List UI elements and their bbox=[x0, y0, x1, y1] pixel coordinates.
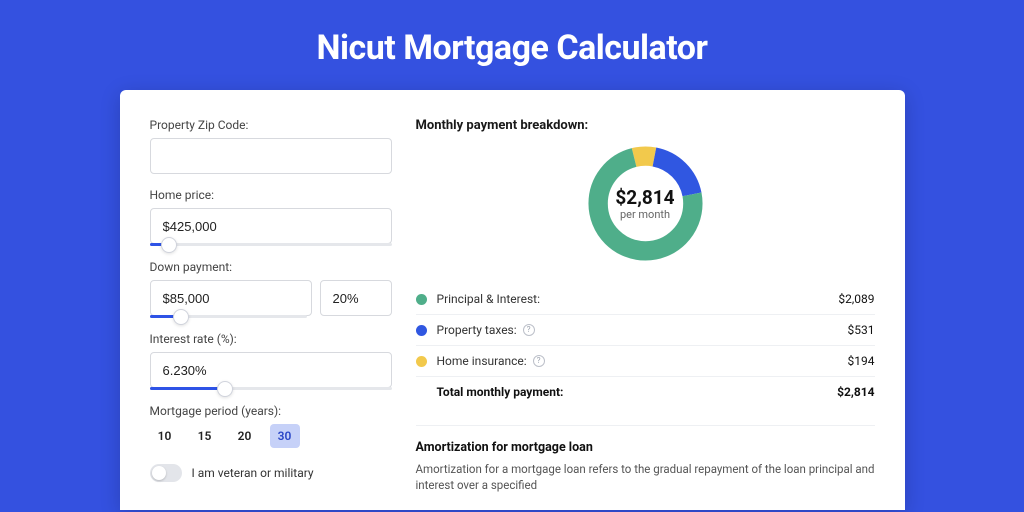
legend-total-row: Total monthly payment:$2,814 bbox=[416, 376, 875, 407]
down-payment-pct-input[interactable] bbox=[320, 280, 392, 316]
calculator-card: Property Zip Code: Home price: Down paym… bbox=[120, 90, 905, 510]
legend-total-label: Total monthly payment: bbox=[437, 385, 838, 399]
home-price-slider-thumb[interactable] bbox=[161, 237, 177, 253]
veteran-toggle[interactable] bbox=[150, 464, 182, 482]
legend-row: Principal & Interest:$2,089 bbox=[416, 284, 875, 314]
home-price-label: Home price: bbox=[150, 188, 392, 202]
mortgage-period-field: Mortgage period (years): 10 15 20 30 bbox=[150, 404, 392, 448]
legend-label: Property taxes:? bbox=[437, 323, 848, 337]
home-price-input[interactable] bbox=[150, 208, 392, 244]
legend-value: $531 bbox=[848, 323, 875, 337]
period-option-30[interactable]: 30 bbox=[270, 424, 300, 448]
donut-chart: $2,814 per month bbox=[583, 141, 708, 266]
mortgage-period-options: 10 15 20 30 bbox=[150, 424, 392, 448]
period-option-20[interactable]: 20 bbox=[230, 424, 260, 448]
donut-amount: $2,814 bbox=[615, 186, 674, 209]
breakdown-title: Monthly payment breakdown: bbox=[416, 118, 875, 133]
donut-sub: per month bbox=[620, 208, 670, 221]
veteran-toggle-row: I am veteran or military bbox=[150, 464, 392, 482]
period-option-10[interactable]: 10 bbox=[150, 424, 180, 448]
zip-input[interactable] bbox=[150, 138, 392, 174]
mortgage-period-label: Mortgage period (years): bbox=[150, 404, 392, 418]
page-title: Nicut Mortgage Calculator bbox=[0, 0, 1024, 90]
legend-row: Property taxes:?$531 bbox=[416, 314, 875, 345]
donut-chart-wrap: $2,814 per month bbox=[416, 141, 875, 266]
period-option-15[interactable]: 15 bbox=[190, 424, 220, 448]
down-payment-slider[interactable] bbox=[150, 315, 307, 318]
interest-rate-input[interactable] bbox=[150, 352, 392, 388]
donut-center: $2,814 per month bbox=[583, 141, 708, 266]
info-icon[interactable]: ? bbox=[533, 355, 545, 367]
legend-swatch bbox=[416, 294, 427, 305]
zip-field: Property Zip Code: bbox=[150, 118, 392, 174]
inputs-column: Property Zip Code: Home price: Down paym… bbox=[150, 118, 392, 510]
interest-rate-slider-fill bbox=[150, 387, 225, 390]
veteran-toggle-knob bbox=[152, 466, 166, 480]
legend-label: Principal & Interest: bbox=[437, 292, 839, 306]
info-icon[interactable]: ? bbox=[523, 324, 535, 336]
legend-row: Home insurance:?$194 bbox=[416, 345, 875, 376]
legend-value: $194 bbox=[848, 354, 875, 368]
interest-rate-slider-thumb[interactable] bbox=[217, 381, 233, 397]
amortization-text: Amortization for a mortgage loan refers … bbox=[416, 461, 875, 493]
breakdown-legend: Principal & Interest:$2,089Property taxe… bbox=[416, 284, 875, 407]
veteran-label: I am veteran or military bbox=[192, 466, 314, 480]
legend-swatch bbox=[416, 356, 427, 367]
amortization-title: Amortization for mortgage loan bbox=[416, 425, 875, 455]
interest-rate-field: Interest rate (%): bbox=[150, 332, 392, 390]
legend-label: Home insurance:? bbox=[437, 354, 848, 368]
legend-total-value: $2,814 bbox=[837, 385, 874, 399]
down-payment-label: Down payment: bbox=[150, 260, 392, 274]
interest-rate-slider[interactable] bbox=[150, 387, 392, 390]
legend-swatch bbox=[416, 325, 427, 336]
down-payment-slider-thumb[interactable] bbox=[173, 309, 189, 325]
zip-label: Property Zip Code: bbox=[150, 118, 392, 132]
interest-rate-label: Interest rate (%): bbox=[150, 332, 392, 346]
down-payment-field: Down payment: bbox=[150, 260, 392, 318]
home-price-field: Home price: bbox=[150, 188, 392, 246]
home-price-slider[interactable] bbox=[150, 243, 392, 246]
results-column: Monthly payment breakdown: $2,814 per mo… bbox=[392, 118, 875, 510]
legend-value: $2,089 bbox=[838, 292, 874, 306]
